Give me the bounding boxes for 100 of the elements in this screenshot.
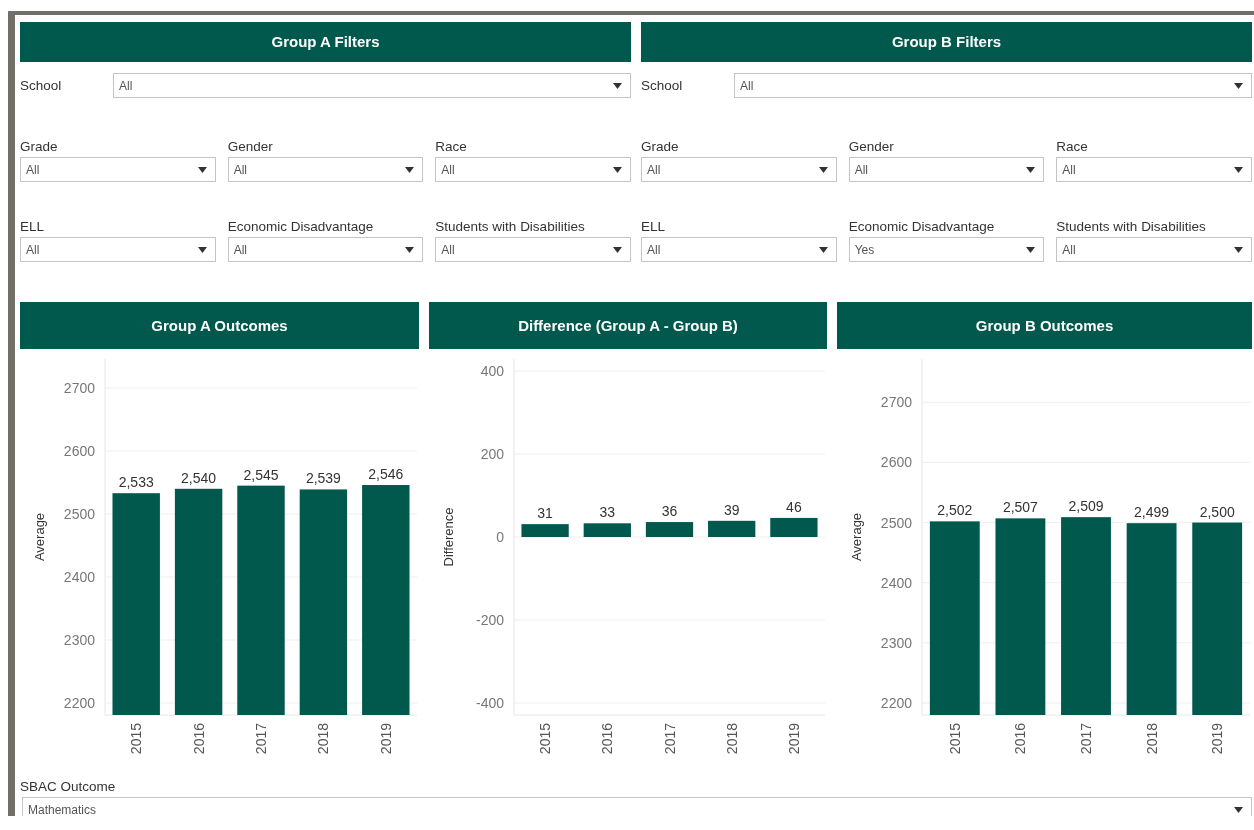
section-header: Group A Filters xyxy=(20,22,631,62)
dropdown[interactable]: All xyxy=(1056,157,1252,182)
axis-tick-label: 2400 xyxy=(880,574,912,591)
panel-header: Group A Outcomes xyxy=(20,302,419,349)
filter-label: Grade xyxy=(641,139,680,154)
caret-icon xyxy=(818,246,828,253)
caret-icon xyxy=(1026,166,1036,173)
filter-label: SBAC Outcome xyxy=(20,779,117,794)
caret-icon xyxy=(818,166,828,173)
data-label: 2,509 xyxy=(1068,498,1104,515)
axis-tick-label: 2019 xyxy=(785,723,802,755)
caret-icon xyxy=(1026,246,1036,253)
section-header: Group B Filters xyxy=(641,22,1252,62)
caret-icon xyxy=(613,82,622,89)
axis-tick-label: 2016 xyxy=(1012,723,1029,755)
dropdown[interactable]: Yes xyxy=(848,237,1045,262)
dropdown[interactable]: Mathematics xyxy=(22,797,1252,816)
caret-icon xyxy=(197,166,207,173)
dropdown[interactable]: All xyxy=(641,157,837,182)
dropdown[interactable]: All xyxy=(227,157,424,182)
caret-icon xyxy=(1234,806,1243,813)
axis-tick-label: 2500 xyxy=(880,514,912,531)
axis-tick-label: 2700 xyxy=(63,380,95,396)
caret-icon xyxy=(197,246,207,253)
axis-title: Difference xyxy=(441,507,456,567)
filter-label: ELL xyxy=(641,219,667,234)
axis-tick-label: 2200 xyxy=(63,695,95,712)
caret-icon xyxy=(1234,246,1243,253)
caret-icon xyxy=(1234,166,1243,173)
axis-tick-label: 2019 xyxy=(377,723,394,755)
data-label: 2,533 xyxy=(118,474,154,491)
caret-icon xyxy=(1234,82,1243,89)
filter-label: Race xyxy=(435,139,468,154)
dropdown[interactable]: All xyxy=(20,237,216,262)
axis-tick-label: -400 xyxy=(475,694,504,711)
axis-tick-label: 2018 xyxy=(1143,723,1160,755)
dropdown[interactable]: All xyxy=(848,157,1045,182)
panel-header: Difference (Group A - Group B) xyxy=(429,302,827,349)
dropdown[interactable]: All xyxy=(20,157,216,182)
dropdown[interactable]: All xyxy=(734,73,1252,98)
axis-tick-label: 2300 xyxy=(880,634,912,651)
data-label: 2,502 xyxy=(937,502,973,519)
data-label: 2,499 xyxy=(1134,504,1170,521)
axis-tick-label: 2200 xyxy=(880,694,912,711)
axis-tick-label: 2016 xyxy=(190,723,207,755)
axis-tick-label: 2500 xyxy=(63,506,95,522)
axis-tick-label: 200 xyxy=(480,446,504,462)
filter-label: ELL xyxy=(20,219,46,234)
filter-label: Economic Disadvantage xyxy=(848,219,996,234)
data-label: 2,500 xyxy=(1199,503,1235,520)
dropdown[interactable]: All xyxy=(113,73,631,98)
axis-tick-label: 2400 xyxy=(63,569,95,585)
axis-tick-label: 2018 xyxy=(315,723,332,755)
filter-label: Students with Disabilities xyxy=(1056,219,1207,234)
axis-title: Average xyxy=(32,512,47,562)
data-label: 2,539 xyxy=(305,470,341,487)
axis-tick-label: 400 xyxy=(480,363,504,380)
axis-tick-label: 2015 xyxy=(537,723,554,755)
axis-tick-label: 2300 xyxy=(63,632,95,648)
axis-tick-label: -200 xyxy=(475,612,504,628)
caret-icon xyxy=(613,246,622,253)
data-label: 36 xyxy=(661,503,678,520)
axis-tick-label: 2017 xyxy=(253,723,269,755)
filter-label: School xyxy=(20,78,63,93)
panel-header: Group B Outcomes xyxy=(837,302,1252,349)
dropdown[interactable]: All xyxy=(641,237,837,262)
data-label: 31 xyxy=(537,505,553,522)
axis-tick-label: 2015 xyxy=(128,723,145,755)
axis-title: Average xyxy=(849,512,864,562)
axis-tick-label: 2017 xyxy=(661,723,678,755)
caret-icon xyxy=(405,246,415,253)
caret-icon xyxy=(405,166,415,173)
caret-icon xyxy=(613,166,622,173)
dropdown[interactable]: All xyxy=(1056,237,1252,262)
filter-label: Gender xyxy=(848,139,895,154)
axis-tick-label: 2015 xyxy=(946,723,963,755)
filter-label: Students with Disabilities xyxy=(435,219,586,234)
axis-tick-label: 2600 xyxy=(63,443,95,459)
data-label: 2,545 xyxy=(243,466,279,483)
dropdown[interactable]: All xyxy=(227,237,424,262)
axis-tick-label: 2017 xyxy=(1078,723,1094,755)
filter-label: Race xyxy=(1056,139,1089,154)
filter-label: School xyxy=(641,78,684,93)
dropdown[interactable]: All xyxy=(435,237,631,262)
filter-label: Economic Disadvantage xyxy=(227,219,375,234)
data-label: 2,507 xyxy=(1002,499,1038,516)
axis-tick-label: 2016 xyxy=(599,723,616,755)
filter-label: Gender xyxy=(227,139,274,154)
axis-tick-label: 2600 xyxy=(880,454,912,471)
axis-tick-label: 0 xyxy=(496,529,504,545)
axis-tick-label: 2018 xyxy=(723,723,740,755)
data-label: 2,546 xyxy=(368,466,404,482)
axis-tick-label: 2019 xyxy=(1209,723,1226,755)
axis-tick-label: 2700 xyxy=(880,394,912,411)
data-label: 33 xyxy=(599,504,616,521)
data-label: 2,540 xyxy=(181,469,217,486)
filter-label: Grade xyxy=(20,139,59,154)
data-label: 46 xyxy=(786,498,802,515)
data-label: 39 xyxy=(723,501,740,518)
dropdown[interactable]: All xyxy=(435,157,631,182)
